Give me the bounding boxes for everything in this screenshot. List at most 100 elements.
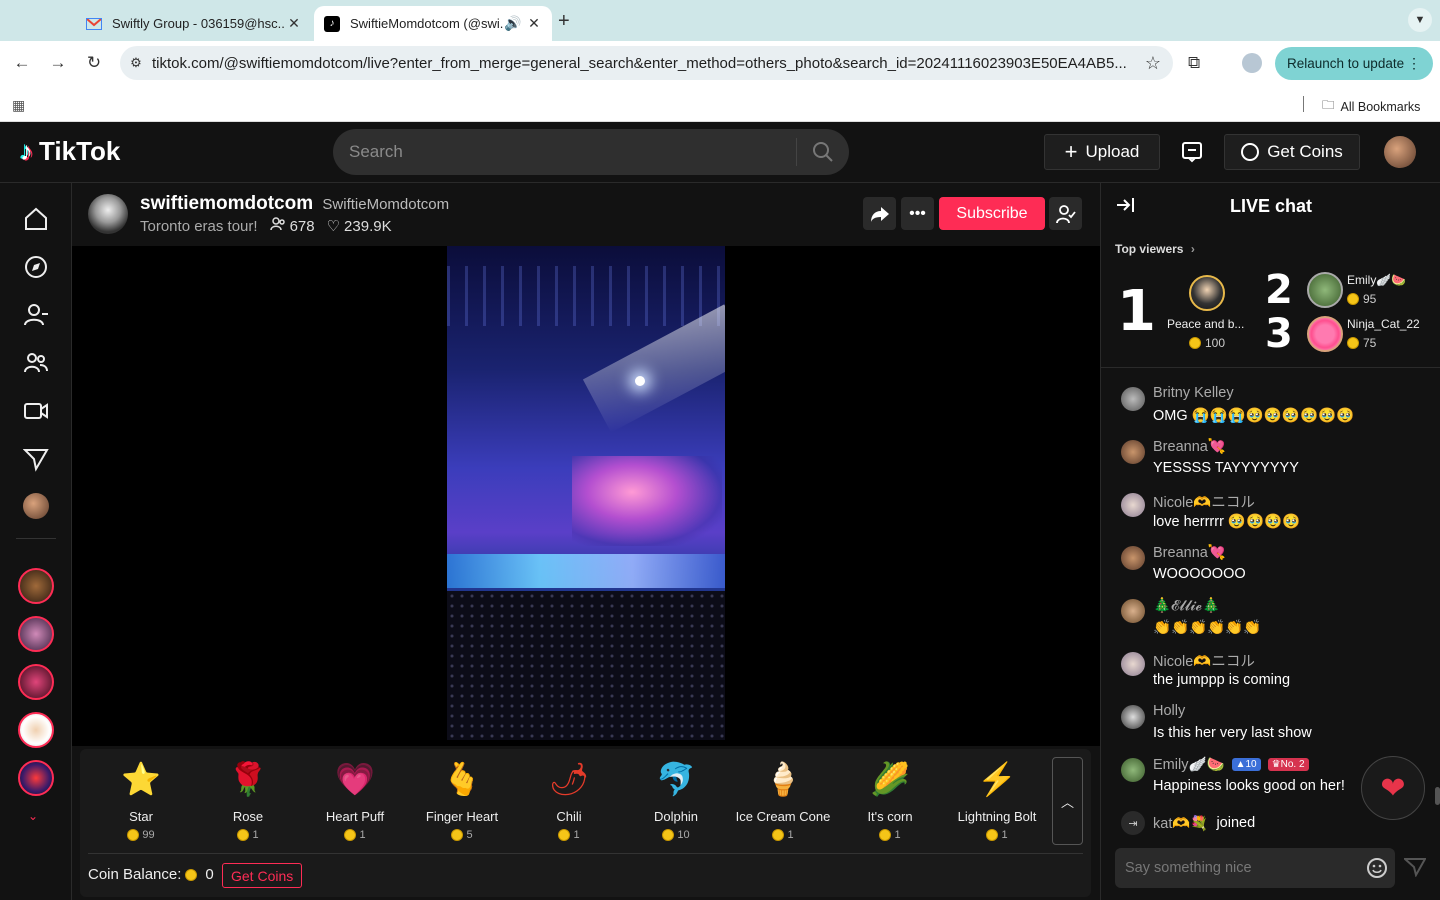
gift-its-corn[interactable]: 🌽 It's corn 1 — [837, 757, 943, 851]
heart-like-button[interactable]: ❤ — [1361, 756, 1425, 820]
chat-username[interactable]: Breanna💘 — [1153, 438, 1226, 455]
chat-avatar[interactable] — [1121, 758, 1145, 782]
gift-panel: ⭐ Star 99 🌹 Rose 1 💗 Heart Puff 1 🫰 Fing… — [80, 749, 1091, 897]
live-creator-avatar[interactable] — [18, 712, 54, 748]
chat-input[interactable] — [1115, 848, 1359, 888]
chat-username[interactable]: Breanna💘 — [1153, 544, 1226, 561]
extensions-icon[interactable]: ⧉ — [1188, 53, 1200, 73]
profile-icon[interactable] — [22, 492, 50, 520]
top-viewer-avatar[interactable] — [1307, 316, 1343, 352]
get-coins-button[interactable]: Get Coins — [222, 863, 303, 888]
forward-arrow-icon[interactable]: → — [46, 51, 70, 75]
live-chat-panel: LIVE chat Top viewers › 1 Peace and b...… — [1100, 183, 1440, 900]
share-icon[interactable] — [863, 197, 896, 230]
chevron-up-icon[interactable]: ︿ — [1052, 757, 1083, 845]
search-bar — [333, 129, 849, 175]
gift-price: 1 — [730, 829, 836, 841]
user-avatar[interactable] — [1384, 136, 1416, 168]
streamer-avatar[interactable] — [88, 194, 128, 234]
chat-username[interactable]: Holly — [1153, 703, 1185, 719]
live-icon[interactable] — [22, 397, 50, 425]
gift-ice-cream-cone[interactable]: 🍦 Ice Cream Cone 1 — [730, 757, 836, 851]
inbox-icon[interactable] — [1176, 136, 1208, 168]
follow-user-icon[interactable] — [1049, 197, 1082, 230]
tab-search-chevron-icon[interactable]: ▼ — [1408, 8, 1432, 32]
apps-grid-icon[interactable]: ▦ — [12, 97, 25, 114]
close-tab-icon[interactable]: ✕ — [526, 15, 542, 32]
joined-text: joined — [1216, 815, 1256, 831]
url-text[interactable]: tiktok.com/@swiftiemomdotcom/live?enter_… — [152, 55, 1133, 72]
friends-icon[interactable] — [22, 349, 50, 377]
chat-username[interactable]: Britny Kelley — [1153, 385, 1234, 401]
gift-heart-puff[interactable]: 💗 Heart Puff 1 — [302, 757, 408, 851]
gift-finger-heart[interactable]: 🫰 Finger Heart 5 — [409, 757, 515, 851]
emoji-icon[interactable] — [1359, 857, 1395, 879]
divider — [1101, 367, 1440, 368]
chat-username[interactable]: Nicole🫶ニコル — [1153, 650, 1255, 671]
chat-avatar[interactable] — [1121, 493, 1145, 517]
gift-price-value: 1 — [894, 829, 901, 841]
subscribe-button[interactable]: Subscribe — [939, 197, 1045, 230]
chat-username[interactable]: Emily🪽🍉 ▲10 ♛No. 2 — [1153, 756, 1309, 773]
chevron-down-icon[interactable]: ⌄ — [28, 809, 38, 823]
messages-icon[interactable] — [22, 445, 50, 473]
chat-avatar[interactable] — [1121, 387, 1145, 411]
tab-tiktok-active[interactable]: ♪ SwiftieMomdotcom (@swi... 🔊 ✕ — [314, 6, 552, 41]
live-video[interactable] — [447, 246, 725, 740]
back-arrow-icon[interactable]: ← — [10, 51, 34, 75]
stream-info: Toronto eras tour! 678 ♡ 239.9K — [140, 217, 392, 235]
all-bookmarks[interactable]: 🗀 All Bookmarks — [1322, 96, 1420, 117]
chat-scrollbar[interactable] — [1435, 787, 1440, 805]
browser-tab-bar: Swiftly Group - 036159@hsc... ✕ ♪ Swifti… — [0, 0, 1440, 41]
explore-icon[interactable] — [22, 253, 50, 281]
get-coins-button[interactable]: Get Coins — [1224, 134, 1360, 170]
reload-icon[interactable]: ↻ — [82, 51, 106, 75]
site-info-icon[interactable]: ⚙ — [120, 55, 152, 71]
live-creator-avatar[interactable] — [18, 760, 54, 796]
upload-button[interactable]: + Upload — [1044, 134, 1160, 170]
search-icon[interactable] — [797, 141, 849, 163]
chat-avatar[interactable] — [1121, 440, 1145, 464]
chat-avatar[interactable] — [1121, 705, 1145, 729]
more-options-icon[interactable]: ••• — [901, 197, 934, 230]
streamer-name[interactable]: swiftiemomdotcom SwiftieMomdotcom — [140, 193, 449, 215]
logo-text: TikTok — [39, 136, 121, 166]
browser-profile-avatar[interactable] — [1242, 53, 1262, 73]
relaunch-button[interactable]: Relaunch to update ⋮ — [1275, 47, 1433, 80]
speaker-icon[interactable]: 🔊 — [504, 15, 521, 32]
menu-dots-icon[interactable]: ⋮ — [1407, 55, 1421, 72]
following-icon[interactable] — [22, 301, 50, 329]
gift-name: Chili — [556, 809, 582, 824]
chat-username[interactable]: 🎄𝓔𝓵𝓵𝓲𝓮🎄 — [1153, 597, 1220, 614]
close-tab-icon[interactable]: ✕ — [286, 15, 302, 32]
chat-username-text: Emily🪽🍉 — [1153, 757, 1225, 773]
new-tab-button[interactable]: + — [558, 10, 570, 33]
search-input[interactable] — [333, 129, 796, 175]
home-icon[interactable] — [22, 205, 50, 233]
viewers-icon — [269, 217, 286, 235]
live-creator-avatar[interactable] — [18, 616, 54, 652]
joined-username[interactable]: kat🫶💐 — [1153, 815, 1208, 832]
live-creator-avatar[interactable] — [18, 664, 54, 700]
top-viewer-avatar[interactable] — [1307, 272, 1343, 308]
address-bar[interactable]: ⚙ tiktok.com/@swiftiemomdotcom/live?ente… — [120, 46, 1173, 80]
chat-text: 👏👏👏👏👏👏 — [1153, 620, 1262, 636]
chat-username[interactable]: Nicole🫶ニコル — [1153, 491, 1255, 512]
top-viewers-link[interactable]: Top viewers › — [1115, 242, 1195, 256]
tiktok-logo[interactable]: ♪ TikTok — [20, 136, 120, 167]
live-creator-avatar[interactable] — [18, 568, 54, 604]
bookmark-star-icon[interactable]: ☆ — [1133, 53, 1173, 74]
gift-dolphin[interactable]: 🐬 Dolphin 10 — [623, 757, 729, 851]
chat-avatar[interactable] — [1121, 546, 1145, 570]
gift-lightning-bolt[interactable]: ⚡ Lightning Bolt 1 — [944, 757, 1050, 851]
coin-icon — [451, 829, 464, 841]
gift-chili[interactable]: 🌶 Chili 1 — [516, 757, 622, 851]
top-viewer-avatar[interactable] — [1189, 275, 1225, 311]
send-icon[interactable] — [1402, 857, 1427, 882]
chat-avatar[interactable] — [1121, 652, 1145, 676]
gift-name: Star — [129, 809, 153, 824]
tab-gmail[interactable]: Swiftly Group - 036159@hsc... ✕ — [76, 6, 312, 41]
chat-avatar[interactable] — [1121, 599, 1145, 623]
gift-rose[interactable]: 🌹 Rose 1 — [195, 757, 301, 851]
gift-star[interactable]: ⭐ Star 99 — [88, 757, 194, 851]
